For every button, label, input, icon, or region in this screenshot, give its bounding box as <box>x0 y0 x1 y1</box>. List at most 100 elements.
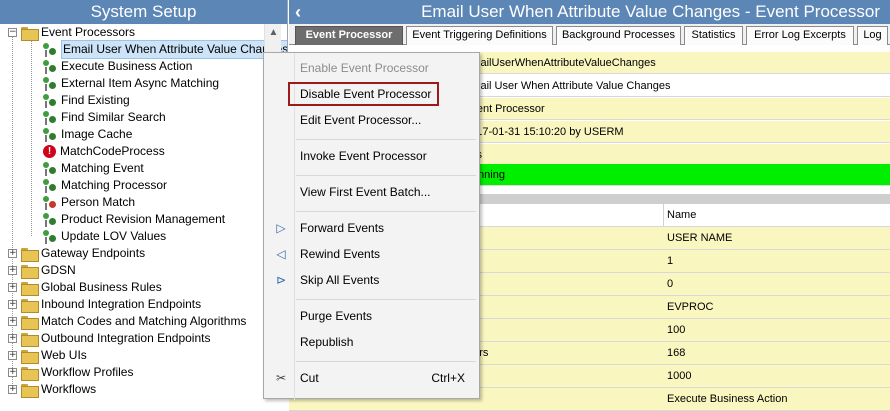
expand-icon[interactable]: + <box>8 300 17 309</box>
skip-icon: ⊳ <box>275 273 287 287</box>
back-arrow-icon[interactable]: ‹ <box>295 0 307 24</box>
menu-separator <box>296 139 476 140</box>
menu-rewind-events[interactable]: ◁ Rewind Events <box>264 242 479 266</box>
tree-node-label: Product Revision Management <box>61 212 226 226</box>
menu-separator <box>296 361 476 362</box>
menu-item-label: Skip All Events <box>300 273 380 287</box>
menu-edit-event-processor[interactable]: Edit Event Processor... <box>264 108 479 132</box>
tab-event-triggering-definitions[interactable]: Event Triggering Definitions <box>406 26 553 45</box>
tree-node-label: Workflows <box>41 382 97 396</box>
context-menu: Enable Event Processor Disable Event Pro… <box>263 52 480 400</box>
tab-event-processor[interactable]: Event Processor <box>295 26 403 45</box>
folder-icon <box>21 366 39 381</box>
highlight-box <box>288 82 439 106</box>
event-processor-icon <box>42 229 58 245</box>
event-processor-icon <box>42 127 58 143</box>
menu-item-label: Invoke Event Processor <box>300 149 427 163</box>
tree-node-email-user[interactable]: Email User When Attribute Value Changes <box>42 40 287 59</box>
expand-icon[interactable]: + <box>8 334 17 343</box>
tree-node-product-revision-management[interactable]: Product Revision Management <box>42 211 225 228</box>
expand-icon[interactable]: + <box>8 385 17 394</box>
tab-log[interactable]: Log <box>857 26 888 45</box>
event-processor-icon <box>42 42 58 58</box>
folder-icon <box>21 349 39 364</box>
scroll-up-icon[interactable]: ▲ <box>265 24 282 41</box>
grid-cell-value: USER NAME <box>667 232 733 244</box>
event-processor-icon <box>42 161 58 177</box>
tree-node-workflows[interactable]: + Workflows <box>8 381 96 398</box>
folder-icon <box>21 247 39 262</box>
menu-shortcut: Ctrl+X <box>431 371 465 385</box>
menu-purge-events[interactable]: Purge Events <box>264 304 479 328</box>
folder-icon <box>21 264 39 279</box>
tree-node-find-existing[interactable]: Find Existing <box>42 92 130 109</box>
menu-forward-events[interactable]: ▷ Forward Events <box>264 216 479 240</box>
menu-item-label: Enable Event Processor <box>300 61 429 75</box>
tree-node-label: Image Cache <box>61 127 133 141</box>
tree-node-label: Gateway Endpoints <box>41 246 146 260</box>
page-title: Email User When Attribute Value Changes … <box>421 2 880 21</box>
tree-node-workflow-profiles[interactable]: + Workflow Profiles <box>8 364 133 381</box>
event-processor-icon <box>42 212 58 228</box>
tree-node-matching-event[interactable]: Matching Event <box>42 160 144 177</box>
expand-icon[interactable]: + <box>8 283 17 292</box>
tree-node-global-business-rules[interactable]: + Global Business Rules <box>8 279 162 296</box>
tree-node-inbound-integration-endpoints[interactable]: + Inbound Integration Endpoints <box>8 296 201 313</box>
tree-node-matchcodeprocess[interactable]: ! MatchCodeProcess <box>42 143 165 160</box>
tree-node-label: Outbound Integration Endpoints <box>41 331 211 345</box>
forward-icon: ▷ <box>276 221 286 235</box>
folder-icon <box>21 332 39 347</box>
event-processor-icon <box>42 178 58 194</box>
tree-node-outbound-integration-endpoints[interactable]: + Outbound Integration Endpoints <box>8 330 210 347</box>
menu-item-label: Forward Events <box>300 221 385 235</box>
expand-icon[interactable]: + <box>8 266 17 275</box>
tree-node-label: MatchCodeProcess <box>60 144 165 158</box>
tree-node-external-item-async-matching[interactable]: External Item Async Matching <box>42 75 219 92</box>
tree-node-person-match[interactable]: Person Match <box>42 194 135 211</box>
tree-node-label: Find Similar Search <box>61 110 166 124</box>
folder-icon <box>21 315 39 330</box>
tree-node-gateway-endpoints[interactable]: + Gateway Endpoints <box>8 245 145 262</box>
tree-node-label: Execute Business Action <box>61 59 193 73</box>
tab-statistics[interactable]: Statistics <box>684 26 743 45</box>
menu-skip-all-events[interactable]: ⊳ Skip All Events <box>264 268 479 292</box>
tree-node-gdsn[interactable]: + GDSN <box>8 262 76 279</box>
collapse-icon[interactable]: − <box>8 28 17 37</box>
menu-cut[interactable]: ✂ Cut Ctrl+X <box>264 366 479 390</box>
event-processor-icon <box>42 76 58 92</box>
tree-node-find-similar-search[interactable]: Find Similar Search <box>42 109 166 126</box>
tree-node-label: Find Existing <box>61 93 130 107</box>
tab-error-log-excerpts[interactable]: Error Log Excerpts <box>746 26 854 45</box>
tree-node-event-processors[interactable]: − Event Processors <box>8 24 135 41</box>
tree-node-image-cache[interactable]: Image Cache <box>42 126 132 143</box>
system-setup-panel: System Setup − Event Processors Email Us… <box>0 0 288 399</box>
tree-node-update-lov-values[interactable]: Update LOV Values <box>42 228 166 245</box>
tree-node-label: GDSN <box>41 263 76 277</box>
folder-icon <box>21 281 39 296</box>
event-processor-red-icon <box>42 195 58 211</box>
menu-item-label: Purge Events <box>300 309 373 323</box>
event-processor-icon <box>42 93 58 109</box>
tree-node-label: Workflow Profiles <box>41 365 134 379</box>
expand-icon[interactable]: + <box>8 351 17 360</box>
menu-disable-event-processor[interactable]: Disable Event Processor <box>264 82 479 106</box>
menu-invoke-event-processor[interactable]: Invoke Event Processor <box>264 144 479 168</box>
tree-node-match-codes[interactable]: + Match Codes and Matching Algorithms <box>8 313 246 330</box>
grid-cell-value: 0 <box>667 278 674 290</box>
menu-view-first-event-batch[interactable]: View First Event Batch... <box>264 180 479 204</box>
menu-item-label: View First Event Batch... <box>300 185 431 199</box>
menu-republish[interactable]: Republish <box>264 330 479 354</box>
expand-icon[interactable]: + <box>8 368 17 377</box>
tree-node-web-uis[interactable]: + Web UIs <box>8 347 87 364</box>
tree-node-label: Email User When Attribute Value Changes <box>61 40 287 59</box>
expand-icon[interactable]: + <box>8 249 17 258</box>
tree-node-execute-business-action[interactable]: Execute Business Action <box>42 58 192 75</box>
tree-node-label: Matching Event <box>61 161 144 175</box>
tab-background-processes[interactable]: Background Processes <box>556 26 681 45</box>
tree-node-matching-processor[interactable]: Matching Processor <box>42 177 167 194</box>
expand-icon[interactable]: + <box>8 317 17 326</box>
menu-enable-event-processor[interactable]: Enable Event Processor <box>264 56 479 80</box>
folder-icon <box>21 298 39 313</box>
scissors-icon: ✂ <box>275 371 287 385</box>
grid-cell-value: 168 <box>667 347 686 359</box>
